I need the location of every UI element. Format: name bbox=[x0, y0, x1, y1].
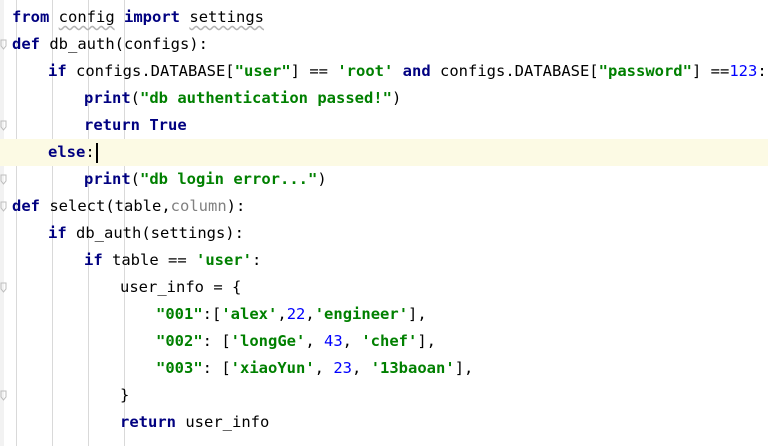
text-cursor bbox=[95, 142, 98, 163]
code-token: ], bbox=[454, 359, 474, 377]
code-token: 23 bbox=[333, 359, 353, 377]
code-token: ) bbox=[391, 89, 402, 107]
code-token: ( bbox=[130, 89, 141, 107]
code-token: ], bbox=[408, 305, 427, 323]
code-token: ], bbox=[417, 332, 437, 350]
code-token: if bbox=[48, 224, 67, 242]
code-token: , bbox=[277, 305, 287, 323]
code-editor[interactable]: from config import settings def db_auth(c… bbox=[0, 0, 768, 446]
code-token: : bbox=[757, 62, 767, 80]
code-line[interactable]: } bbox=[0, 382, 768, 409]
code-token: "db authentication passed!" bbox=[140, 89, 392, 107]
code-line[interactable]: def db_auth(configs): bbox=[0, 31, 768, 58]
code-token: 22 bbox=[286, 305, 306, 323]
code-token: 123 bbox=[729, 62, 758, 80]
code-token: , bbox=[352, 359, 371, 377]
code-token: ( bbox=[130, 170, 141, 188]
code-token: "002" bbox=[156, 332, 203, 350]
code-token: def bbox=[12, 35, 40, 53]
code-token: user_info = { bbox=[120, 278, 242, 296]
code-token: def bbox=[12, 197, 40, 215]
code-token: 'longGe' bbox=[230, 332, 306, 350]
code-line[interactable]: def select(table,column): bbox=[0, 193, 768, 220]
code-token: "password" bbox=[598, 62, 692, 80]
code-token: else bbox=[48, 143, 86, 161]
code-token: 'engineer' bbox=[314, 305, 409, 323]
code-token: '13baoan' bbox=[370, 359, 455, 377]
code-token: "001" bbox=[156, 305, 203, 323]
code-token: : bbox=[252, 251, 262, 269]
code-token: "003" bbox=[156, 359, 203, 377]
code-token: from bbox=[12, 8, 50, 26]
code-token: return bbox=[84, 116, 140, 134]
code-token: "db login error..." bbox=[140, 170, 318, 188]
code-token: table == bbox=[102, 251, 196, 269]
code-token: ] == bbox=[691, 62, 730, 80]
code-token: 'chef' bbox=[361, 332, 418, 350]
code-line[interactable]: return user_info bbox=[0, 409, 768, 436]
code-token: print bbox=[84, 170, 131, 188]
code-token: settings bbox=[189, 8, 265, 26]
code-token: 'user' bbox=[196, 251, 252, 269]
code-token: , bbox=[305, 332, 324, 350]
code-token: and bbox=[402, 62, 431, 80]
code-token: , bbox=[342, 332, 362, 350]
code-line[interactable]: from config import settings bbox=[0, 4, 768, 31]
code-token: db_auth(settings): bbox=[66, 224, 244, 242]
code-token: True bbox=[149, 116, 187, 134]
code-line[interactable]: "003": ['xiaoYun', 23, '13baoan'], bbox=[0, 355, 768, 382]
code-line[interactable]: print("db authentication passed!") bbox=[0, 85, 768, 112]
code-token: , bbox=[314, 359, 334, 377]
code-token: print bbox=[84, 89, 131, 107]
code-token: if bbox=[84, 251, 103, 269]
code-line[interactable]: "002": ['longGe', 43, 'chef'], bbox=[0, 328, 768, 355]
code-token: } bbox=[120, 386, 130, 404]
code-token: 'xiaoYun' bbox=[230, 359, 315, 377]
code-line[interactable]: user_info = { bbox=[0, 274, 768, 301]
code-token: 43 bbox=[324, 332, 343, 350]
code-token: if bbox=[48, 62, 67, 80]
code-token: ] == bbox=[290, 62, 338, 80]
code-token: ) bbox=[317, 170, 327, 188]
code-line[interactable]: print("db login error...") bbox=[0, 166, 768, 193]
code-token: : bbox=[85, 143, 95, 161]
code-token: 'alex' bbox=[221, 305, 278, 323]
code-token: : [ bbox=[202, 332, 231, 350]
code-token: select(table, bbox=[40, 197, 171, 215]
code-line[interactable]: if table == 'user': bbox=[0, 247, 768, 274]
code-token: ): bbox=[226, 197, 246, 215]
code-token: configs.DATABASE[ bbox=[430, 62, 599, 80]
code-token: db_auth(configs): bbox=[40, 35, 208, 53]
code-token: :[ bbox=[202, 305, 222, 323]
code-token: column bbox=[170, 197, 227, 215]
code-token: 'root' bbox=[337, 62, 394, 80]
code-token: config bbox=[58, 8, 115, 26]
code-line[interactable]: if db_auth(settings): bbox=[0, 220, 768, 247]
code-token: , bbox=[305, 305, 315, 323]
code-token: user_info bbox=[176, 413, 270, 431]
code-line[interactable]: return True bbox=[0, 112, 768, 139]
code-token: "user" bbox=[234, 62, 291, 80]
code-token: : [ bbox=[202, 359, 231, 377]
code-line[interactable]: else: bbox=[0, 139, 768, 166]
code-token: configs.DATABASE[ bbox=[66, 62, 235, 80]
code-token: import bbox=[124, 8, 181, 26]
code-token: return bbox=[120, 413, 176, 431]
code-line[interactable]: if configs.DATABASE["user"] == 'root' an… bbox=[0, 58, 768, 85]
code-line[interactable]: "001":['alex',22,'engineer'], bbox=[0, 301, 768, 328]
